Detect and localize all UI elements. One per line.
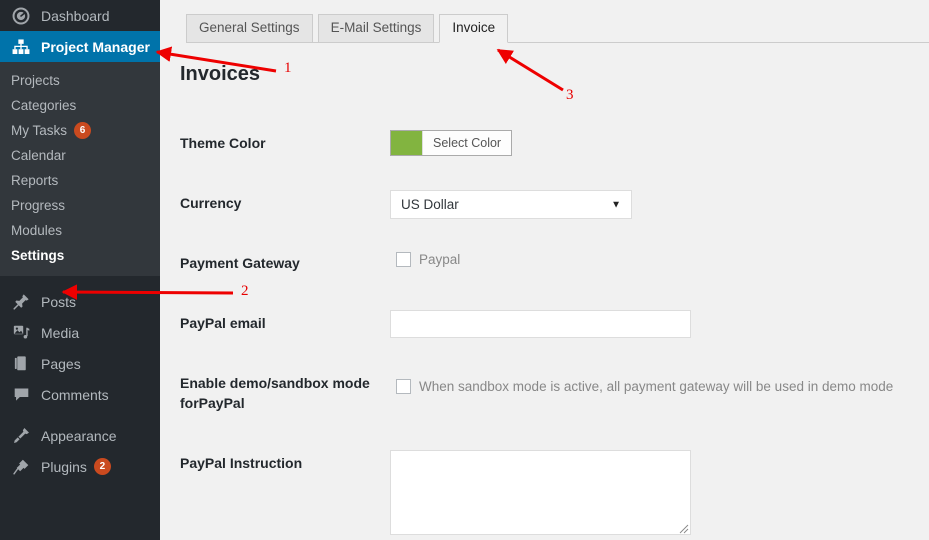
menu-separator-2: [0, 410, 160, 420]
sidebar-item-posts[interactable]: Posts: [0, 286, 160, 317]
color-swatch[interactable]: [391, 131, 422, 155]
pages-icon: [10, 354, 32, 374]
paypal-email-input[interactable]: [390, 310, 691, 338]
media-icon: [10, 323, 32, 343]
submenu-item-settings[interactable]: Settings: [0, 243, 160, 268]
form-row-currency: Currency US Dollar ▼: [180, 190, 929, 219]
plug-icon: [10, 457, 32, 477]
resize-grip-icon[interactable]: [677, 521, 689, 533]
paypal-instruction-textarea[interactable]: [390, 450, 691, 535]
submenu-item-label: Projects: [11, 73, 60, 88]
sidebar-item-label: Comments: [41, 387, 109, 403]
payment-gateway-label: Payment Gateway: [180, 250, 390, 273]
sandbox-checkbox-row[interactable]: When sandbox mode is active, all payment…: [390, 370, 929, 394]
submenu-item-label: My Tasks: [11, 123, 67, 138]
wordpress-admin-screen: Dashboard Project Manager Projects Categ…: [0, 0, 929, 540]
sidebar-item-media[interactable]: Media: [0, 317, 160, 348]
paypal-gateway-checkbox[interactable]: [396, 252, 411, 267]
tab-general-settings[interactable]: General Settings: [186, 14, 313, 43]
submenu-item-label: Calendar: [11, 148, 66, 163]
sidebar-item-project-manager[interactable]: Project Manager: [0, 31, 160, 62]
submenu-item-modules[interactable]: Modules: [0, 218, 160, 243]
pin-icon: [10, 292, 32, 312]
plugins-count-badge: 2: [94, 458, 111, 475]
sidebar-item-label: Posts: [41, 294, 76, 310]
tab-label: E-Mail Settings: [331, 20, 422, 35]
sidebar-item-label: Plugins: [41, 459, 87, 475]
submenu-item-progress[interactable]: Progress: [0, 193, 160, 218]
my-tasks-count-badge: 6: [74, 122, 91, 139]
paypal-instruction-label: PayPal Instruction: [180, 450, 390, 473]
chevron-down-icon: ▼: [611, 199, 621, 210]
sandbox-mode-checkbox-label: When sandbox mode is active, all payment…: [419, 379, 893, 394]
tab-label: Invoice: [452, 20, 495, 35]
dashboard-gauge-icon: [10, 6, 32, 26]
tab-label: General Settings: [199, 20, 300, 35]
form-row-payment-gateway: Payment Gateway Paypal: [180, 250, 929, 273]
submenu-item-label: Progress: [11, 198, 65, 213]
sidebar-item-label: Media: [41, 325, 79, 341]
sitemap-icon: [10, 37, 32, 57]
tab-invoice[interactable]: Invoice: [439, 14, 508, 43]
submenu-item-label: Categories: [11, 98, 76, 113]
main-content: General Settings E-Mail Settings Invoice…: [160, 0, 929, 540]
submenu-item-calendar[interactable]: Calendar: [0, 143, 160, 168]
submenu-item-label: Reports: [11, 173, 58, 188]
submenu-item-projects[interactable]: Projects: [0, 68, 160, 93]
currency-select[interactable]: US Dollar ▼: [390, 190, 632, 219]
sidebar-item-appearance[interactable]: Appearance: [0, 420, 160, 451]
sidebar-item-dashboard[interactable]: Dashboard: [0, 0, 160, 31]
submenu-item-label: Settings: [11, 248, 64, 263]
sidebar-item-comments[interactable]: Comments: [0, 379, 160, 410]
menu-separator: [0, 276, 160, 286]
currency-label: Currency: [180, 190, 390, 213]
paintbrush-icon: [10, 426, 32, 446]
submenu-item-label: Modules: [11, 223, 62, 238]
paypal-gateway-checkbox-label: Paypal: [419, 252, 460, 267]
sidebar-item-label: Appearance: [41, 428, 117, 444]
paypal-gateway-checkbox-row[interactable]: Paypal: [390, 250, 929, 267]
tab-email-settings[interactable]: E-Mail Settings: [318, 14, 435, 43]
admin-sidebar: Dashboard Project Manager Projects Categ…: [0, 0, 160, 540]
select-color-button[interactable]: Select Color: [422, 131, 511, 155]
sidebar-item-label: Project Manager: [41, 39, 150, 55]
form-row-paypal-email: PayPal email: [180, 310, 929, 338]
page-title: Invoices: [180, 63, 929, 86]
comment-bubble-icon: [10, 385, 32, 405]
sidebar-item-pages[interactable]: Pages: [0, 348, 160, 379]
sidebar-item-plugins[interactable]: Plugins 2: [0, 451, 160, 482]
form-row-theme-color: Theme Color Select Color: [180, 130, 929, 160]
theme-color-label: Theme Color: [180, 130, 390, 153]
sidebar-item-label: Dashboard: [41, 8, 110, 24]
theme-color-picker[interactable]: Select Color: [390, 130, 512, 156]
paypal-email-label: PayPal email: [180, 310, 390, 333]
submenu-item-reports[interactable]: Reports: [0, 168, 160, 193]
project-manager-submenu: Projects Categories My Tasks 6 Calendar …: [0, 62, 160, 276]
submenu-item-my-tasks[interactable]: My Tasks 6: [0, 118, 160, 143]
form-row-paypal-instruction: PayPal Instruction: [180, 450, 929, 535]
submenu-item-categories[interactable]: Categories: [0, 93, 160, 118]
sandbox-mode-checkbox[interactable]: [396, 379, 411, 394]
sidebar-item-label: Pages: [41, 356, 81, 372]
currency-selected-value: US Dollar: [401, 197, 459, 212]
settings-tab-bar: General Settings E-Mail Settings Invoice: [186, 14, 929, 43]
form-row-sandbox-mode: Enable demo/sandbox mode forPayPal When …: [180, 370, 929, 414]
sandbox-mode-label: Enable demo/sandbox mode forPayPal: [180, 370, 390, 414]
